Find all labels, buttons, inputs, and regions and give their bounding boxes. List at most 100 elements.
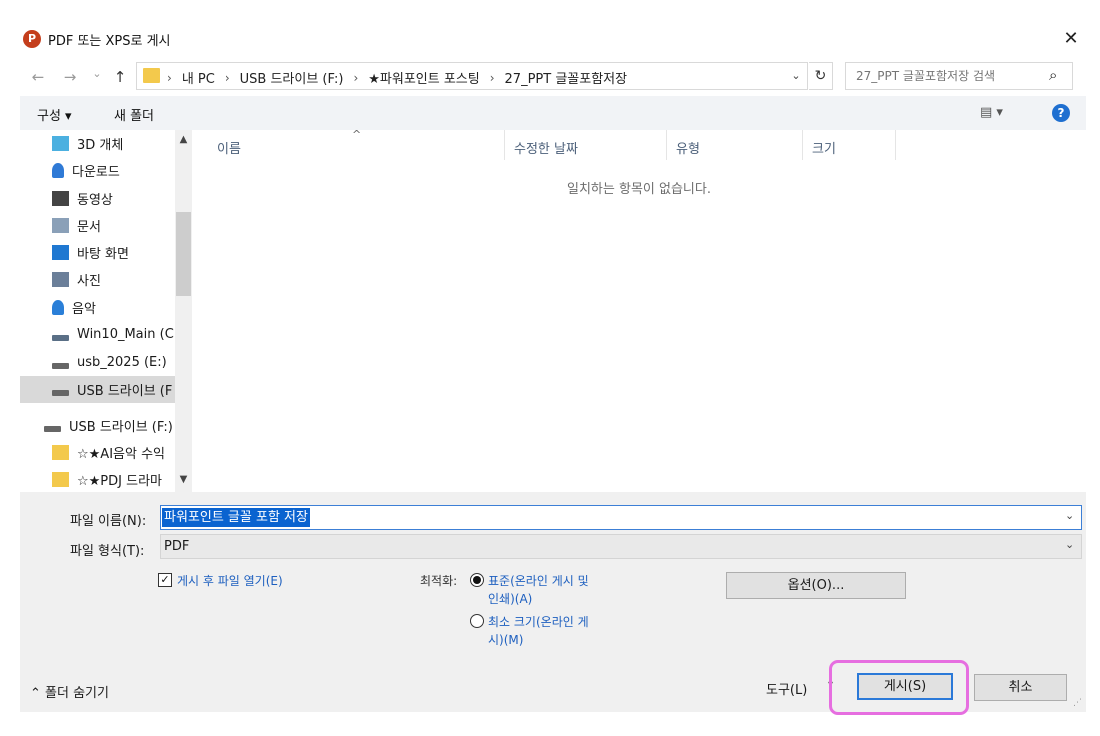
window-title: PDF 또는 XPS로 게시 xyxy=(48,34,171,49)
sidebar-item-label: ☆★AI음악 수익 xyxy=(77,447,166,462)
forward-button[interactable]: → xyxy=(60,66,80,88)
tools-button[interactable]: 도구(L) xyxy=(766,679,807,698)
search-box[interactable]: ⌕ xyxy=(845,62,1073,90)
view-options-button[interactable]: ▤ ▾ xyxy=(980,105,1003,120)
column-header-size[interactable]: 크기 xyxy=(812,138,836,157)
breadcrumb-separator: › xyxy=(167,70,172,85)
recent-locations-button[interactable]: ⌄ xyxy=(87,63,107,85)
address-bar[interactable]: › 내 PC › USB 드라이브 (F:) › ★파워포인트 포스팅 › 27… xyxy=(136,62,808,90)
radio-selected-dot xyxy=(473,576,481,584)
new-folder-button[interactable]: 새 폴더 xyxy=(114,105,154,124)
scroll-down-arrow-icon[interactable]: ▼ xyxy=(175,474,192,485)
usb-drive-icon xyxy=(44,425,61,432)
scroll-up-arrow-icon[interactable]: ▲ xyxy=(175,134,192,145)
filetype-value: PDF xyxy=(164,539,190,554)
scrollbar-thumb[interactable] xyxy=(176,212,191,296)
optimize-standard-label-cont[interactable]: 인쇄)(A) xyxy=(488,590,532,607)
download-icon xyxy=(52,163,64,178)
breadcrumb-item-powerpoint-posting[interactable]: ★파워포인트 포스팅 xyxy=(368,68,479,87)
cancel-button[interactable]: 취소 xyxy=(974,674,1067,701)
pictures-icon xyxy=(52,272,69,287)
search-input[interactable] xyxy=(856,67,1046,85)
usb-drive-icon xyxy=(52,362,69,369)
optimize-standard-radio[interactable] xyxy=(470,573,484,587)
open-after-publish-checkbox[interactable]: ✓ xyxy=(158,573,172,587)
sidebar-item[interactable]: 음악 xyxy=(20,294,175,321)
breadcrumb-separator: › xyxy=(224,70,230,85)
breadcrumb-item-this-pc[interactable]: 내 PC xyxy=(182,68,215,87)
column-header-type[interactable]: 유형 xyxy=(676,138,700,157)
up-button[interactable]: ↑ xyxy=(110,66,130,88)
optimize-minimum-label-cont[interactable]: 시)(M) xyxy=(488,631,523,648)
sidebar-item-label: 사진 xyxy=(77,274,101,289)
column-divider[interactable] xyxy=(895,130,896,160)
sidebar-item[interactable]: ☆★AI음악 수익 xyxy=(20,439,175,466)
drive-c-icon xyxy=(52,334,69,341)
sidebar-item[interactable]: ☆★PDJ 드라마 xyxy=(20,466,175,492)
music-icon xyxy=(52,300,64,315)
hide-folders-toggle[interactable]: ⌃ 폴더 숨기기 xyxy=(30,682,109,701)
sidebar-item-label: 음악 xyxy=(72,302,96,317)
breadcrumb-item-usb-drive[interactable]: USB 드라이브 (F:) xyxy=(240,68,344,87)
address-history-dropdown[interactable]: ⌄ xyxy=(786,66,806,86)
organize-button[interactable]: 구성 ▾ xyxy=(37,105,72,124)
sidebar-item[interactable]: usb_2025 (E:) xyxy=(20,349,175,376)
sidebar-item[interactable]: 바탕 화면 xyxy=(20,239,175,266)
folder-icon xyxy=(143,68,160,83)
sidebar-item-label: usb_2025 (E:) xyxy=(77,355,167,370)
column-header-date-modified[interactable]: 수정한 날짜 xyxy=(514,138,578,157)
usb-drive-icon xyxy=(52,389,69,396)
filename-label: 파일 이름(N): xyxy=(70,514,147,529)
folder-icon xyxy=(52,445,69,460)
powerpoint-app-icon: P xyxy=(23,30,41,48)
sort-ascending-icon: ^ xyxy=(352,128,362,141)
sidebar-item[interactable]: 동영상 xyxy=(20,185,175,212)
column-divider[interactable] xyxy=(504,130,505,160)
command-toolbar: 구성 ▾ 새 폴더 ▤ ▾ ? xyxy=(20,96,1086,130)
options-button[interactable]: 옵션(O)... xyxy=(726,572,906,599)
desktop-icon xyxy=(52,245,69,260)
sidebar-item-label: ☆★PDJ 드라마 xyxy=(77,474,163,489)
document-icon xyxy=(52,218,69,233)
folder-icon xyxy=(52,472,69,487)
navigation-scrollbar[interactable]: ▲ ▼ xyxy=(175,130,192,492)
sidebar-item[interactable]: USB 드라이브 (F xyxy=(20,376,175,403)
optimize-minimum-radio[interactable] xyxy=(470,614,484,628)
filetype-select[interactable]: PDF ⌄ xyxy=(160,534,1082,559)
title-bar: P PDF 또는 XPS로 게시 ✕ xyxy=(0,0,1100,60)
video-icon xyxy=(52,191,69,206)
help-icon[interactable]: ? xyxy=(1052,104,1070,122)
breadcrumb: › 내 PC › USB 드라이브 (F:) › ★파워포인트 포스팅 › 27… xyxy=(167,68,628,88)
3d-objects-icon xyxy=(52,136,69,151)
filetype-dropdown-icon[interactable]: ⌄ xyxy=(1065,538,1074,551)
column-divider[interactable] xyxy=(802,130,803,160)
sidebar-item[interactable]: 다운로드 xyxy=(20,157,175,184)
file-list[interactable]: ^ 이름 수정한 날짜 유형 크기 일치하는 항목이 없습니다. xyxy=(192,128,1086,492)
breadcrumb-item-current-folder[interactable]: 27_PPT 글꼴포함저장 xyxy=(505,68,628,87)
sidebar-item-label: 바탕 화면 xyxy=(77,247,129,262)
filename-value[interactable]: 파워포인트 글꼴 포함 저장 xyxy=(162,508,310,527)
optimize-label: 최적화: xyxy=(420,574,458,588)
back-button[interactable]: ← xyxy=(28,66,48,88)
sidebar-item-label: 동영상 xyxy=(77,193,113,208)
filename-dropdown-icon[interactable]: ⌄ xyxy=(1065,509,1074,522)
sidebar-item[interactable]: 문서 xyxy=(20,212,175,239)
filetype-label: 파일 형식(T): xyxy=(70,544,145,559)
column-divider[interactable] xyxy=(666,130,667,160)
sidebar-item[interactable]: Win10_Main (C: xyxy=(20,321,175,348)
sidebar-item-label: 문서 xyxy=(77,220,101,235)
sidebar-item-label: 다운로드 xyxy=(72,165,120,180)
filename-input[interactable]: 파워포인트 글꼴 포함 저장 ⌄ xyxy=(160,505,1082,530)
close-button[interactable]: ✕ xyxy=(1058,26,1084,52)
search-icon[interactable]: ⌕ xyxy=(1049,66,1057,84)
sidebar-item[interactable]: USB 드라이브 (F:) xyxy=(20,412,175,439)
optimize-standard-label[interactable]: 표준(온라인 게시 및 xyxy=(488,572,589,589)
open-after-publish-label[interactable]: 게시 후 파일 열기(E) xyxy=(177,572,283,589)
sidebar-item[interactable]: 사진 xyxy=(20,266,175,293)
sidebar-item-label: USB 드라이브 (F xyxy=(77,384,173,399)
optimize-minimum-label[interactable]: 최소 크기(온라인 게 xyxy=(488,613,589,630)
resize-grip-icon[interactable]: ⋰ xyxy=(1073,698,1082,708)
sidebar-item[interactable]: 3D 개체 xyxy=(20,130,175,157)
refresh-button[interactable]: ↻ xyxy=(809,62,833,90)
column-header-name[interactable]: 이름 xyxy=(217,138,241,157)
